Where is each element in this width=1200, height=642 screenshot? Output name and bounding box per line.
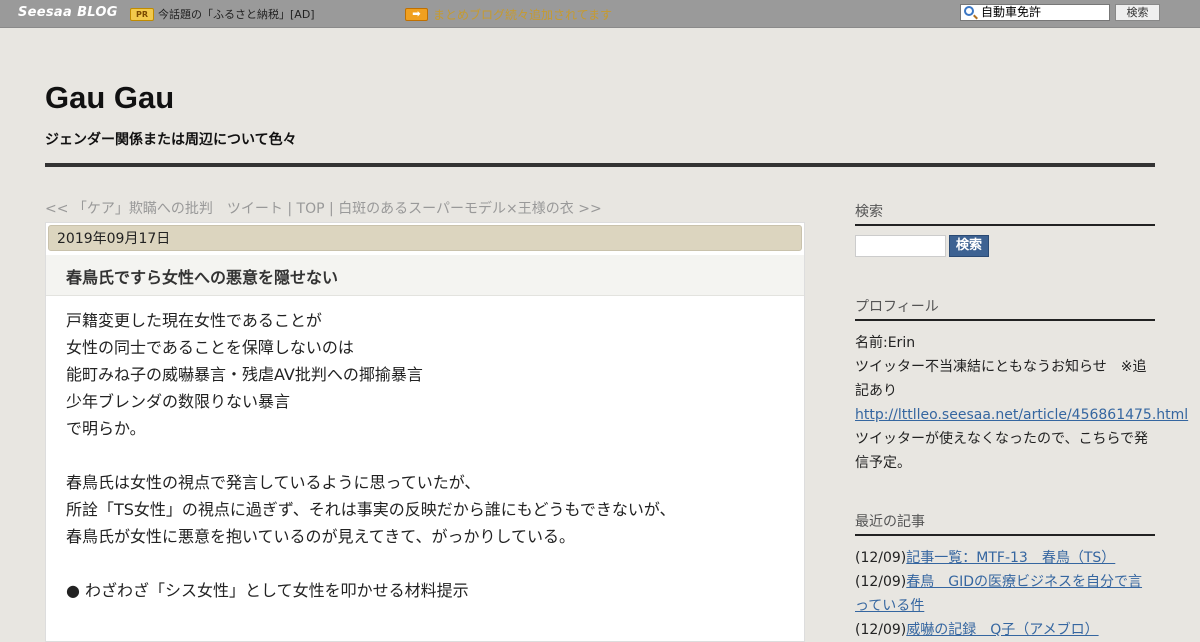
- recent-date: (12/09): [855, 574, 907, 590]
- article-navigation: << 「ケア」欺瞞への批判 ツイート | TOP | 白斑のあるスーパーモデル×…: [45, 198, 602, 218]
- post-date: 2019年09月17日: [48, 225, 802, 251]
- sidebar-profile: プロフィール 名前:Erin ツイッター不当凍結にともなうお知らせ ※追記あり …: [855, 296, 1188, 475]
- post-line: 少年ブレンダの数限りない暴言: [66, 392, 291, 411]
- post-title-bar: 春鳥氏ですら女性への悪意を隠せない: [46, 255, 804, 296]
- post-line: 能町みね子の威嚇暴言・残虐AV批判への揶揄暴言: [66, 365, 423, 384]
- top-search-value: 自動車免許: [981, 5, 1042, 19]
- recent-link[interactable]: 記事一覧：MTF-13 春鳥（TS）: [906, 550, 1115, 566]
- profile-notice: ツイッター不当凍結にともなうお知らせ ※追記あり: [855, 359, 1147, 399]
- post-body: 戸籍変更した現在女性であることが 女性の同士であることを保障しないのは 能町みね…: [66, 307, 786, 604]
- post-line: 春鳥氏は女性の視点で発言しているように思っていたが、: [66, 473, 481, 492]
- top-bar: Seesaa BLOG PR 今話題の「ふるさと納税」[AD] ➡ まとめブログ続…: [0, 0, 1200, 28]
- post-line: ● わざわざ「シス女性」として女性を叩かせる材料提示: [66, 581, 469, 600]
- recent-heading: 最近の記事: [855, 511, 1155, 536]
- pr-ad-link[interactable]: 今話題の「ふるさと納税」[AD]: [158, 6, 315, 22]
- list-item: (12/09)春鳥 GIDの医療ビジネスを自分で言っている件: [855, 570, 1155, 618]
- post-line: [66, 550, 786, 577]
- logo-main: Seesaa: [18, 5, 73, 20]
- profile-content: 名前:Erin ツイッター不当凍結にともなうお知らせ ※追記あり http://…: [855, 331, 1188, 475]
- post-line: で明らか。: [66, 419, 146, 438]
- logo-blog: BLOG: [77, 5, 118, 20]
- top-link[interactable]: TOP: [297, 201, 325, 217]
- list-item: (12/09)記事一覧：MTF-13 春鳥（TS）: [855, 546, 1155, 570]
- search-icon: [964, 6, 974, 16]
- post-card: 2019年09月17日 春鳥氏ですら女性への悪意を隠せない 戸籍変更した現在女性…: [45, 222, 805, 642]
- recent-date: (12/09): [855, 622, 907, 638]
- next-article-link[interactable]: 白斑のあるスーパーモデル×王様の衣 >>: [338, 201, 602, 217]
- top-search-button[interactable]: 検索: [1115, 4, 1160, 21]
- recent-date: (12/09): [855, 550, 907, 566]
- sidebar-search-button[interactable]: 検索: [949, 235, 989, 257]
- profile-name: 名前:Erin: [855, 335, 916, 351]
- blog-title[interactable]: Gau Gau: [45, 80, 174, 116]
- post-line: 戸籍変更した現在女性であることが: [66, 311, 322, 330]
- sidebar-search-input[interactable]: [855, 235, 946, 257]
- profile-link[interactable]: http://lttlleo.seesaa.net/article/456861…: [855, 407, 1188, 423]
- nav-separator: |: [282, 201, 297, 217]
- profile-heading: プロフィール: [855, 296, 1155, 321]
- post-line: 春鳥氏が女性に悪意を抱いているのが見えてきて、がっかりしている。: [66, 527, 575, 546]
- post-line: 所詮「TS女性」の視点に過ぎず、それは事実の反映だから誰にもどうもできないが、: [66, 500, 676, 519]
- seesaa-blog-logo[interactable]: Seesaa BLOG: [18, 5, 118, 20]
- recent-list: (12/09)記事一覧：MTF-13 春鳥（TS） (12/09)春鳥 GIDの…: [855, 546, 1155, 642]
- arrow-right-icon: ➡: [405, 8, 428, 21]
- promo-link[interactable]: まとめブログ続々追加されてます: [433, 6, 612, 23]
- list-item: (12/09)威嚇の記録 Q子（アメブロ）: [855, 618, 1155, 642]
- post-line: [66, 442, 786, 469]
- prev-article-link[interactable]: << 「ケア」欺瞞への批判 ツイート: [45, 201, 283, 217]
- top-search-input[interactable]: 自動車免許: [960, 4, 1110, 21]
- sidebar-search-heading: 検索: [855, 201, 1155, 226]
- blog-subtitle: ジェンダー関係または周辺について色々: [45, 132, 297, 148]
- nav-separator: |: [324, 201, 339, 217]
- profile-note: ツイッターが使えなくなったので、こちらで発信予定。: [855, 431, 1149, 471]
- pr-badge: PR: [130, 8, 154, 21]
- sidebar-search: 検索 検索: [855, 201, 1155, 261]
- recent-link[interactable]: 威嚇の記録 Q子（アメブロ）: [906, 622, 1098, 638]
- post-line: 女性の同士であることを保障しないのは: [66, 338, 354, 357]
- sidebar-recent: 最近の記事 (12/09)記事一覧：MTF-13 春鳥（TS） (12/09)春…: [855, 511, 1155, 642]
- post-title[interactable]: 春鳥氏ですら女性への悪意を隠せない: [66, 264, 338, 288]
- header-divider: [45, 163, 1155, 167]
